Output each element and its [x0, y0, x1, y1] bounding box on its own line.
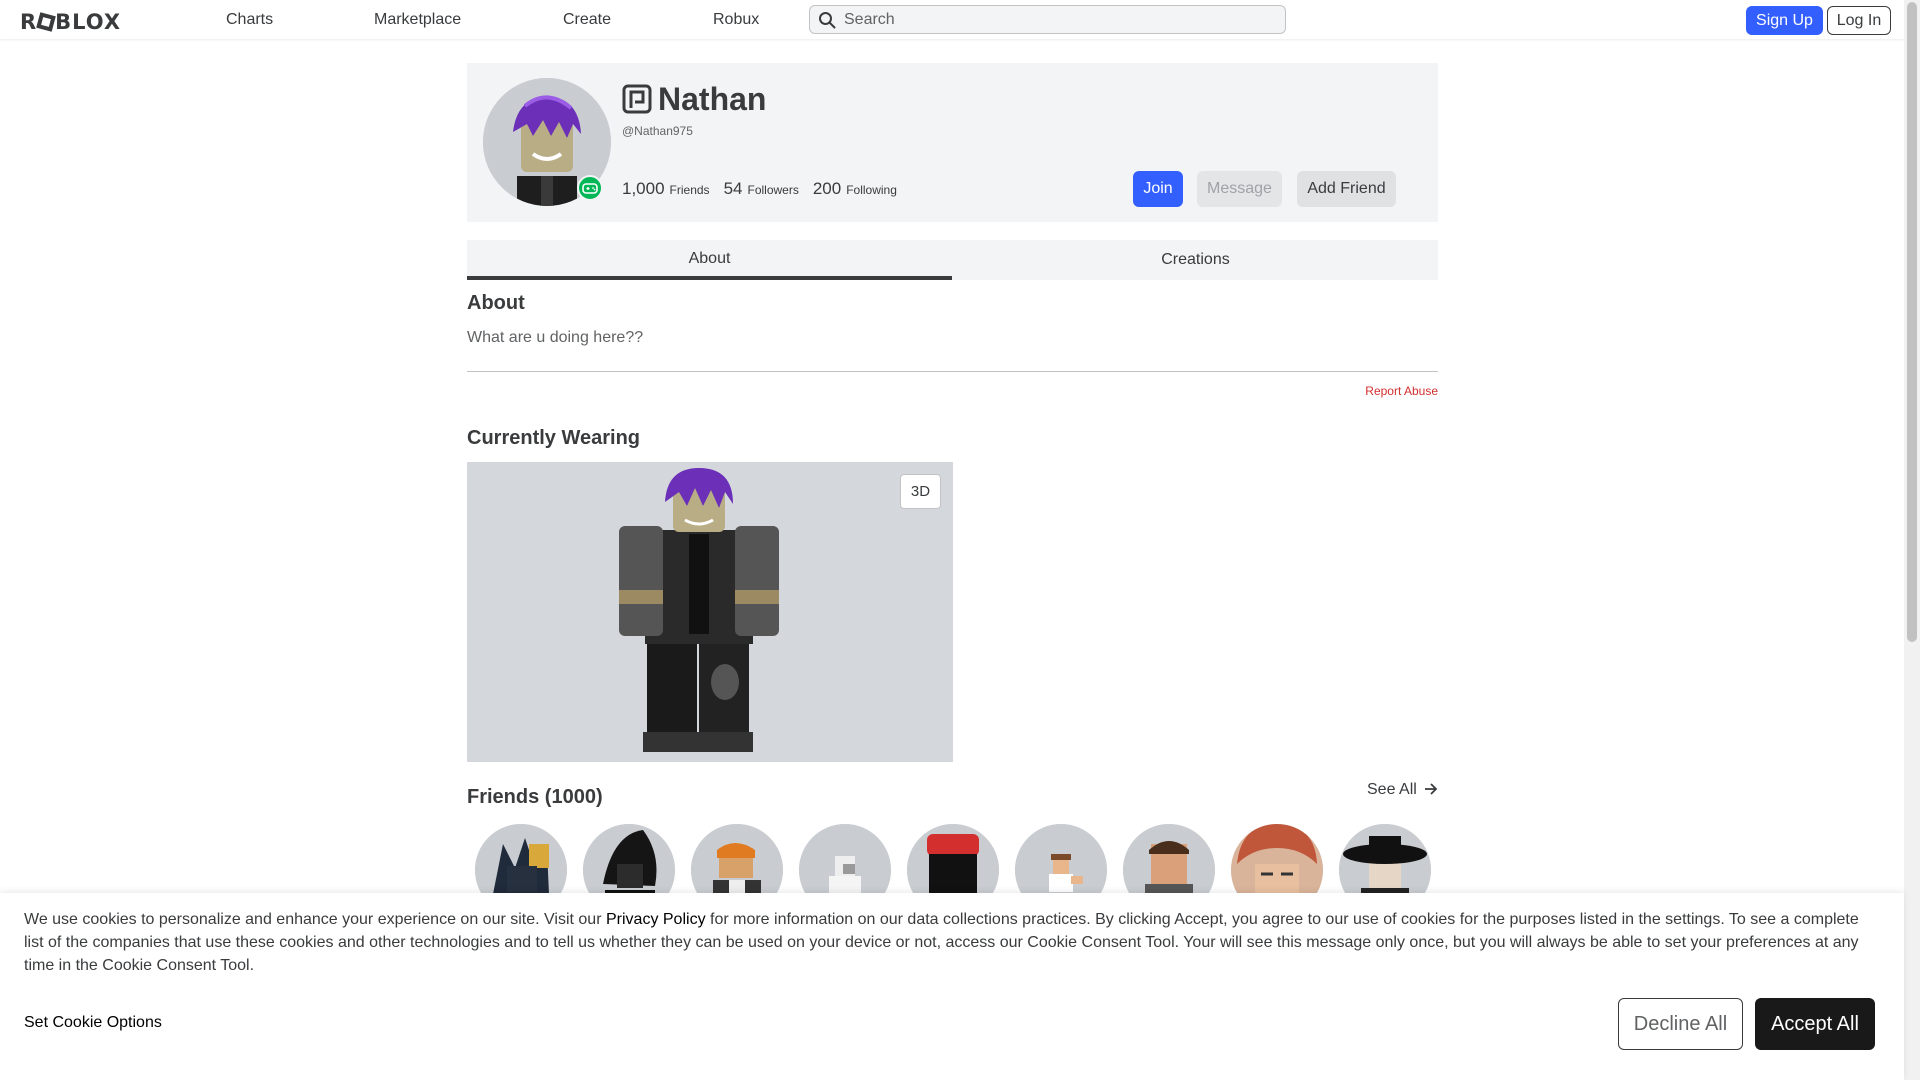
nav-link-marketplace[interactable]: Marketplace	[374, 11, 461, 29]
add-friend-button[interactable]: Add Friend	[1297, 171, 1396, 207]
followers-label[interactable]: Followers	[747, 183, 798, 197]
privacy-policy-link[interactable]: Privacy Policy	[606, 911, 706, 928]
roblox-logo[interactable]: R BLOX	[20, 10, 121, 34]
log-in-button[interactable]: Log In	[1827, 6, 1891, 35]
display-name: Nathan	[658, 81, 767, 117]
decline-all-button[interactable]: Decline All	[1618, 998, 1743, 1050]
nav-link-charts[interactable]: Charts	[226, 11, 273, 29]
toggle-3d-button[interactable]: 3D	[900, 474, 941, 509]
following-label[interactable]: Following	[846, 183, 897, 197]
username: @Nathan975	[622, 124, 693, 138]
about-text: What are u doing here??	[467, 329, 644, 346]
report-abuse-link[interactable]: Report Abuse	[1365, 384, 1438, 398]
cookie-text: We use cookies to personalize and enhanc…	[24, 908, 1874, 977]
divider	[467, 371, 1438, 372]
profile-header: Nathan @Nathan975 1,000 Friends 54 Follower…	[467, 63, 1438, 222]
top-nav: R BLOX Charts Marketplace Create Robux Se…	[0, 0, 1904, 39]
friends-heading: Friends (1000)	[467, 786, 603, 808]
verified-badge-icon	[622, 84, 652, 114]
friends-label[interactable]: Friends	[670, 183, 710, 197]
see-all-friends-link[interactable]: See All	[1367, 781, 1438, 799]
profile-tabs: About Creations	[467, 240, 1438, 280]
search-icon	[819, 12, 836, 29]
avatar-figure	[467, 462, 953, 762]
friends-count[interactable]: 1,000	[622, 179, 665, 198]
nav-link-robux[interactable]: Robux	[713, 11, 759, 29]
sign-up-button[interactable]: Sign Up	[1746, 6, 1823, 35]
tab-about[interactable]: About	[467, 240, 952, 280]
nav-link-create[interactable]: Create	[563, 11, 611, 29]
set-cookie-options-link[interactable]: Set Cookie Options	[24, 1014, 162, 1032]
page-scrollbar[interactable]	[1904, 0, 1920, 1080]
arrow-right-icon	[1425, 783, 1438, 795]
avatar-3d-viewer[interactable]: 3D	[467, 462, 953, 762]
cookie-banner: We use cookies to personalize and enhanc…	[0, 893, 1904, 1080]
join-button[interactable]: Join	[1133, 171, 1183, 207]
cookie-text-before: We use cookies to personalize and enhanc…	[24, 911, 606, 928]
tab-creations[interactable]: Creations	[953, 240, 1438, 280]
accept-all-button[interactable]: Accept All	[1755, 998, 1875, 1050]
following-count[interactable]: 200	[813, 179, 841, 198]
see-all-label: See All	[1367, 781, 1417, 798]
about-heading: About	[467, 292, 525, 314]
scrollbar-thumb[interactable]	[1907, 2, 1917, 642]
currently-wearing-heading: Currently Wearing	[467, 427, 640, 449]
in-game-icon[interactable]	[577, 175, 603, 201]
followers-count[interactable]: 54	[724, 179, 743, 198]
message-button[interactable]: Message	[1197, 171, 1282, 207]
search-input[interactable]: Search	[809, 5, 1286, 34]
profile-stats: 1,000 Friends 54 Followers 200 Following	[622, 179, 911, 199]
search-placeholder: Search	[844, 11, 895, 28]
